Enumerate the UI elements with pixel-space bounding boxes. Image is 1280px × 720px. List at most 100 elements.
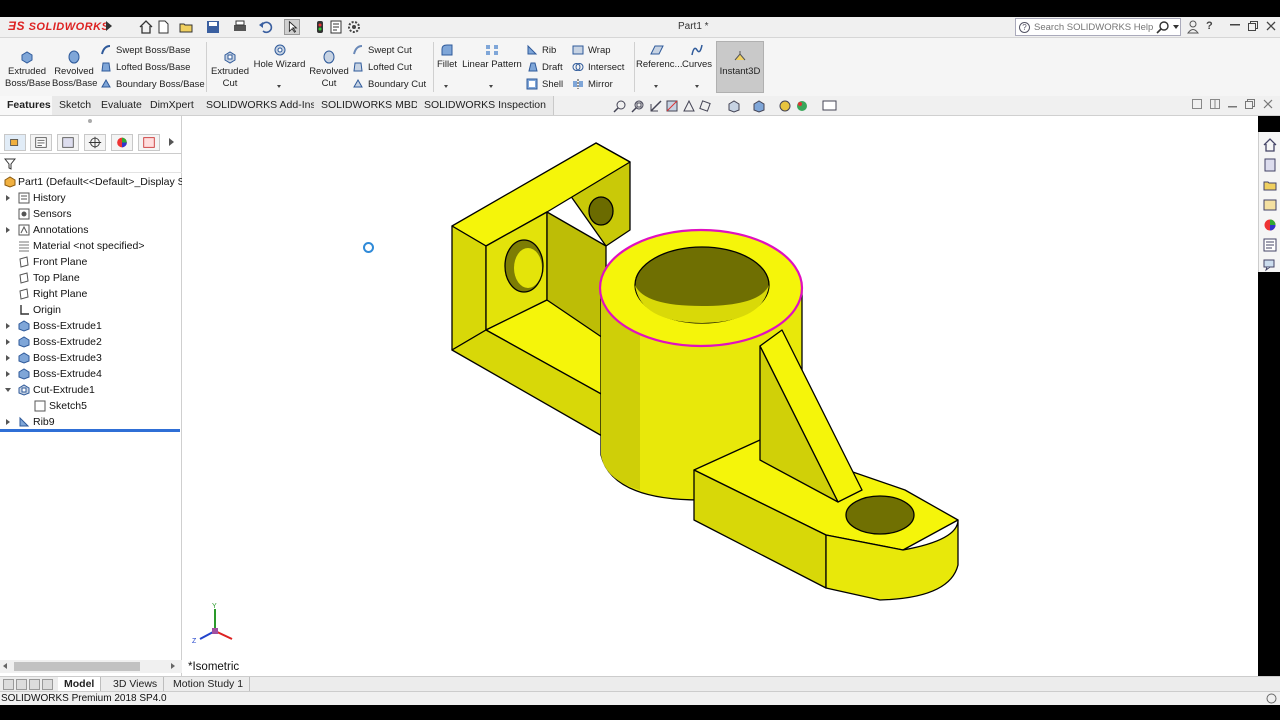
tree-item-origin[interactable]: Origin — [0, 302, 182, 318]
tree-item-sketch5[interactable]: Sketch5 — [0, 398, 182, 414]
menu-expand-icon[interactable] — [106, 21, 112, 31]
search-icon[interactable] — [1156, 20, 1170, 34]
view-palette-icon[interactable] — [1262, 197, 1278, 213]
appearances-icon[interactable] — [1262, 217, 1278, 233]
panel-split-icon[interactable] — [1210, 99, 1220, 113]
fillet-button[interactable]: Fillet — [435, 43, 459, 71]
rib-button[interactable]: Rib — [526, 44, 556, 58]
tree-root-part[interactable]: Part1 (Default<<Default>_Display S — [0, 174, 182, 190]
document-restore-icon[interactable] — [1245, 99, 1255, 113]
expand-icon[interactable] — [6, 195, 10, 201]
intersect-button[interactable]: Intersect — [572, 61, 624, 75]
graphics-area[interactable]: Y Z *Isometric — [182, 116, 1258, 676]
help-search-box[interactable]: ? — [1015, 18, 1181, 36]
tree-item-right-plane[interactable]: Right Plane — [0, 286, 182, 302]
tree-item-material[interactable]: Material <not specified> — [0, 238, 182, 254]
hole-wizard-button[interactable]: Hole Wizard — [252, 43, 307, 71]
tab-3d-views[interactable]: 3D Views — [107, 677, 165, 692]
minimize-window-icon[interactable] — [1230, 24, 1240, 27]
extruded-boss-button[interactable]: Extruded Boss/Base — [5, 50, 50, 90]
tab-evaluate[interactable]: Evaluate — [94, 96, 150, 115]
open-folder-icon[interactable] — [178, 19, 194, 35]
panel-grip-icon[interactable] — [88, 119, 92, 123]
tree-item-front-plane[interactable]: Front Plane — [0, 254, 182, 270]
tree-item-history[interactable]: History — [0, 190, 182, 206]
configuration-manager-tab-icon[interactable] — [57, 134, 79, 151]
tree-item-boss-extrude2[interactable]: Boss-Extrude2 — [0, 334, 182, 350]
dimxpert-manager-tab-icon[interactable] — [84, 134, 106, 151]
expand-icon[interactable] — [6, 355, 10, 361]
restore-window-icon[interactable] — [1248, 21, 1258, 31]
fillet-dropdown-icon[interactable] — [444, 85, 448, 88]
scroll-left-icon[interactable] — [3, 663, 7, 669]
rollback-bar[interactable] — [0, 429, 180, 432]
expand-icon[interactable] — [6, 419, 10, 425]
previous-view-icon[interactable] — [649, 99, 663, 113]
search-dropdown-icon[interactable] — [1173, 25, 1179, 29]
home-icon[interactable] — [138, 19, 154, 35]
save-icon[interactable] — [205, 19, 221, 35]
tree-item-top-plane[interactable]: Top Plane — [0, 270, 182, 286]
scrollbar-thumb[interactable] — [14, 662, 140, 671]
tab-solidworks-inspection[interactable]: SOLIDWORKS Inspection — [417, 96, 554, 115]
tree-item-rib9[interactable]: Rib9 — [0, 414, 182, 430]
section-view-icon[interactable] — [665, 99, 679, 113]
extruded-cut-button[interactable]: Extruded Cut — [208, 50, 252, 90]
last-tab-icon[interactable] — [42, 679, 53, 690]
boundary-cut-button[interactable]: Boundary Cut — [352, 78, 426, 92]
next-tab-icon[interactable] — [29, 679, 40, 690]
cam-manager-tab-icon[interactable] — [138, 134, 160, 151]
lofted-cut-button[interactable]: Lofted Cut — [352, 61, 412, 75]
file-properties-icon[interactable] — [328, 19, 344, 35]
tree-item-boss-extrude1[interactable]: Boss-Extrude1 — [0, 318, 182, 334]
mirror-button[interactable]: Mirror — [572, 78, 613, 92]
forum-icon[interactable] — [1262, 257, 1278, 273]
tree-item-annotations[interactable]: Annotations — [0, 222, 182, 238]
new-document-icon[interactable] — [155, 19, 171, 35]
status-help-icon[interactable] — [1266, 693, 1277, 704]
reference-geometry-button[interactable]: Referenc... — [636, 43, 682, 71]
swept-boss-button[interactable]: Swept Boss/Base — [100, 44, 190, 58]
reference-dropdown-icon[interactable] — [654, 85, 658, 88]
hole-wizard-dropdown-icon[interactable] — [277, 85, 281, 88]
document-close-icon[interactable] — [1263, 99, 1273, 113]
view-orientation-icon[interactable] — [727, 99, 741, 113]
select-pointer-icon[interactable] — [284, 19, 300, 35]
expand-icon[interactable] — [6, 227, 10, 233]
display-style-icon[interactable] — [752, 99, 766, 113]
options-gear-icon[interactable] — [346, 19, 362, 35]
tab-dimxpert[interactable]: DimXpert — [143, 96, 202, 115]
linear-pattern-dropdown-icon[interactable] — [489, 85, 493, 88]
revolved-boss-button[interactable]: Revolved Boss/Base — [52, 50, 97, 90]
hide-show-items-icon[interactable] — [778, 99, 792, 113]
tab-sketch[interactable]: Sketch — [52, 96, 100, 115]
tree-item-boss-extrude3[interactable]: Boss-Extrude3 — [0, 350, 182, 366]
part-model-render[interactable] — [182, 116, 1258, 676]
print-icon[interactable] — [232, 19, 248, 35]
expand-icon[interactable] — [6, 339, 10, 345]
revolved-cut-button[interactable]: Revolved Cut — [307, 50, 351, 90]
display-manager-tab-icon[interactable] — [111, 134, 133, 151]
draft-button[interactable]: Draft — [526, 61, 563, 75]
property-manager-tab-icon[interactable] — [30, 134, 52, 151]
tabs-scroll-right-icon[interactable] — [169, 138, 174, 146]
undo-icon[interactable] — [258, 19, 274, 35]
zoom-to-area-icon[interactable] — [631, 99, 645, 113]
zoom-to-fit-icon[interactable] — [613, 99, 627, 113]
collapse-icon[interactable] — [5, 388, 11, 392]
filter-icon[interactable] — [4, 158, 16, 170]
wrap-button[interactable]: Wrap — [572, 44, 611, 58]
user-icon[interactable] — [1187, 20, 1199, 34]
curves-button[interactable]: Curves — [680, 43, 714, 71]
tab-solidworks-addins[interactable]: SOLIDWORKS Add-Ins — [199, 96, 324, 115]
close-window-icon[interactable] — [1266, 21, 1276, 31]
tree-item-sensors[interactable]: Sensors — [0, 206, 182, 222]
solidworks-logo[interactable]: ƎS SOLIDWORKS — [8, 19, 109, 33]
search-input[interactable] — [1034, 20, 1159, 34]
linear-pattern-button[interactable]: Linear Pattern — [461, 43, 523, 71]
design-library-icon[interactable] — [1262, 157, 1278, 173]
curves-dropdown-icon[interactable] — [695, 85, 699, 88]
panel-tile-icon[interactable] — [1192, 99, 1202, 113]
lofted-boss-button[interactable]: Lofted Boss/Base — [100, 61, 190, 75]
edit-appearance-icon[interactable] — [795, 99, 809, 113]
